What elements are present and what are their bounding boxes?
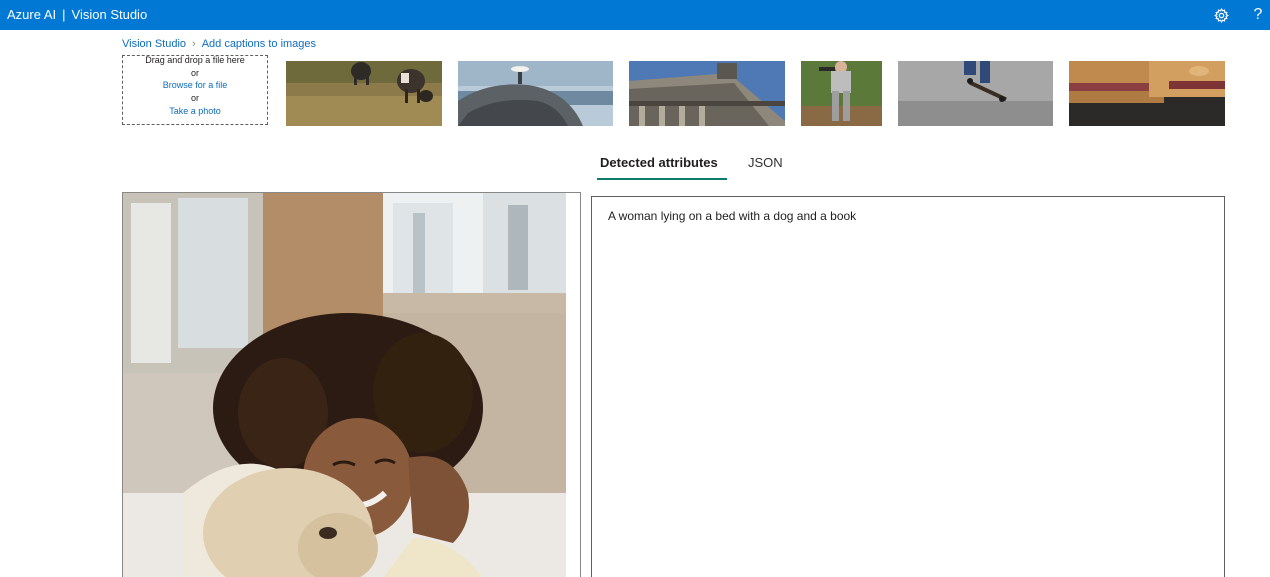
sample-image-baseball[interactable]: [801, 61, 882, 126]
breadcrumb-home-link[interactable]: Vision Studio: [122, 38, 186, 50]
drag-drop-text: Drag and drop a file here: [145, 55, 245, 65]
baseball-thumbnail: [801, 61, 882, 126]
settings-button[interactable]: [1211, 5, 1231, 25]
breadcrumb: Vision Studio › Add captions to images: [122, 38, 316, 50]
gear-icon: [1213, 7, 1229, 23]
skateboard-thumbnail: [898, 61, 1053, 126]
sample-image-cows[interactable]: [286, 61, 442, 126]
cows-thumbnail: [286, 61, 442, 126]
sample-image-cliff[interactable]: [458, 61, 613, 126]
active-tab-indicator: [597, 178, 727, 180]
image-preview: [122, 192, 581, 577]
tab-detected-attributes[interactable]: Detected attributes: [600, 155, 718, 170]
sample-image-skateboard[interactable]: [898, 61, 1053, 126]
help-icon: ?: [1253, 6, 1263, 23]
title-separator: |: [62, 7, 66, 22]
sample-image-sandwich[interactable]: [1069, 61, 1225, 126]
or-text: or: [190, 68, 199, 78]
caption-text: A woman lying on a bed with a dog and a …: [608, 209, 857, 223]
or-text: or: [190, 93, 199, 103]
upload-dropzone[interactable]: Drag and drop a file here or Browse for …: [122, 55, 268, 125]
sandwich-thumbnail: [1069, 61, 1225, 126]
top-bar: Azure AI | Vision Studio ?: [0, 0, 1270, 30]
browse-file-link[interactable]: Browse for a file: [123, 80, 267, 90]
building-thumbnail: [629, 61, 785, 126]
app-title[interactable]: Azure AI | Vision Studio: [7, 7, 147, 22]
cliff-thumbnail: [458, 61, 613, 126]
breadcrumb-current-link[interactable]: Add captions to images: [202, 38, 316, 50]
brand-name: Azure AI: [7, 7, 57, 22]
tab-json[interactable]: JSON: [748, 155, 783, 170]
chevron-right-icon: ›: [192, 38, 196, 50]
sample-image-building[interactable]: [629, 61, 785, 126]
results-panel: A woman lying on a bed with a dog and a …: [591, 196, 1225, 577]
take-photo-link[interactable]: Take a photo: [123, 106, 267, 116]
woman-with-dog-photo: [123, 193, 566, 577]
product-name: Vision Studio: [71, 7, 148, 22]
help-button[interactable]: ?: [1248, 5, 1268, 25]
